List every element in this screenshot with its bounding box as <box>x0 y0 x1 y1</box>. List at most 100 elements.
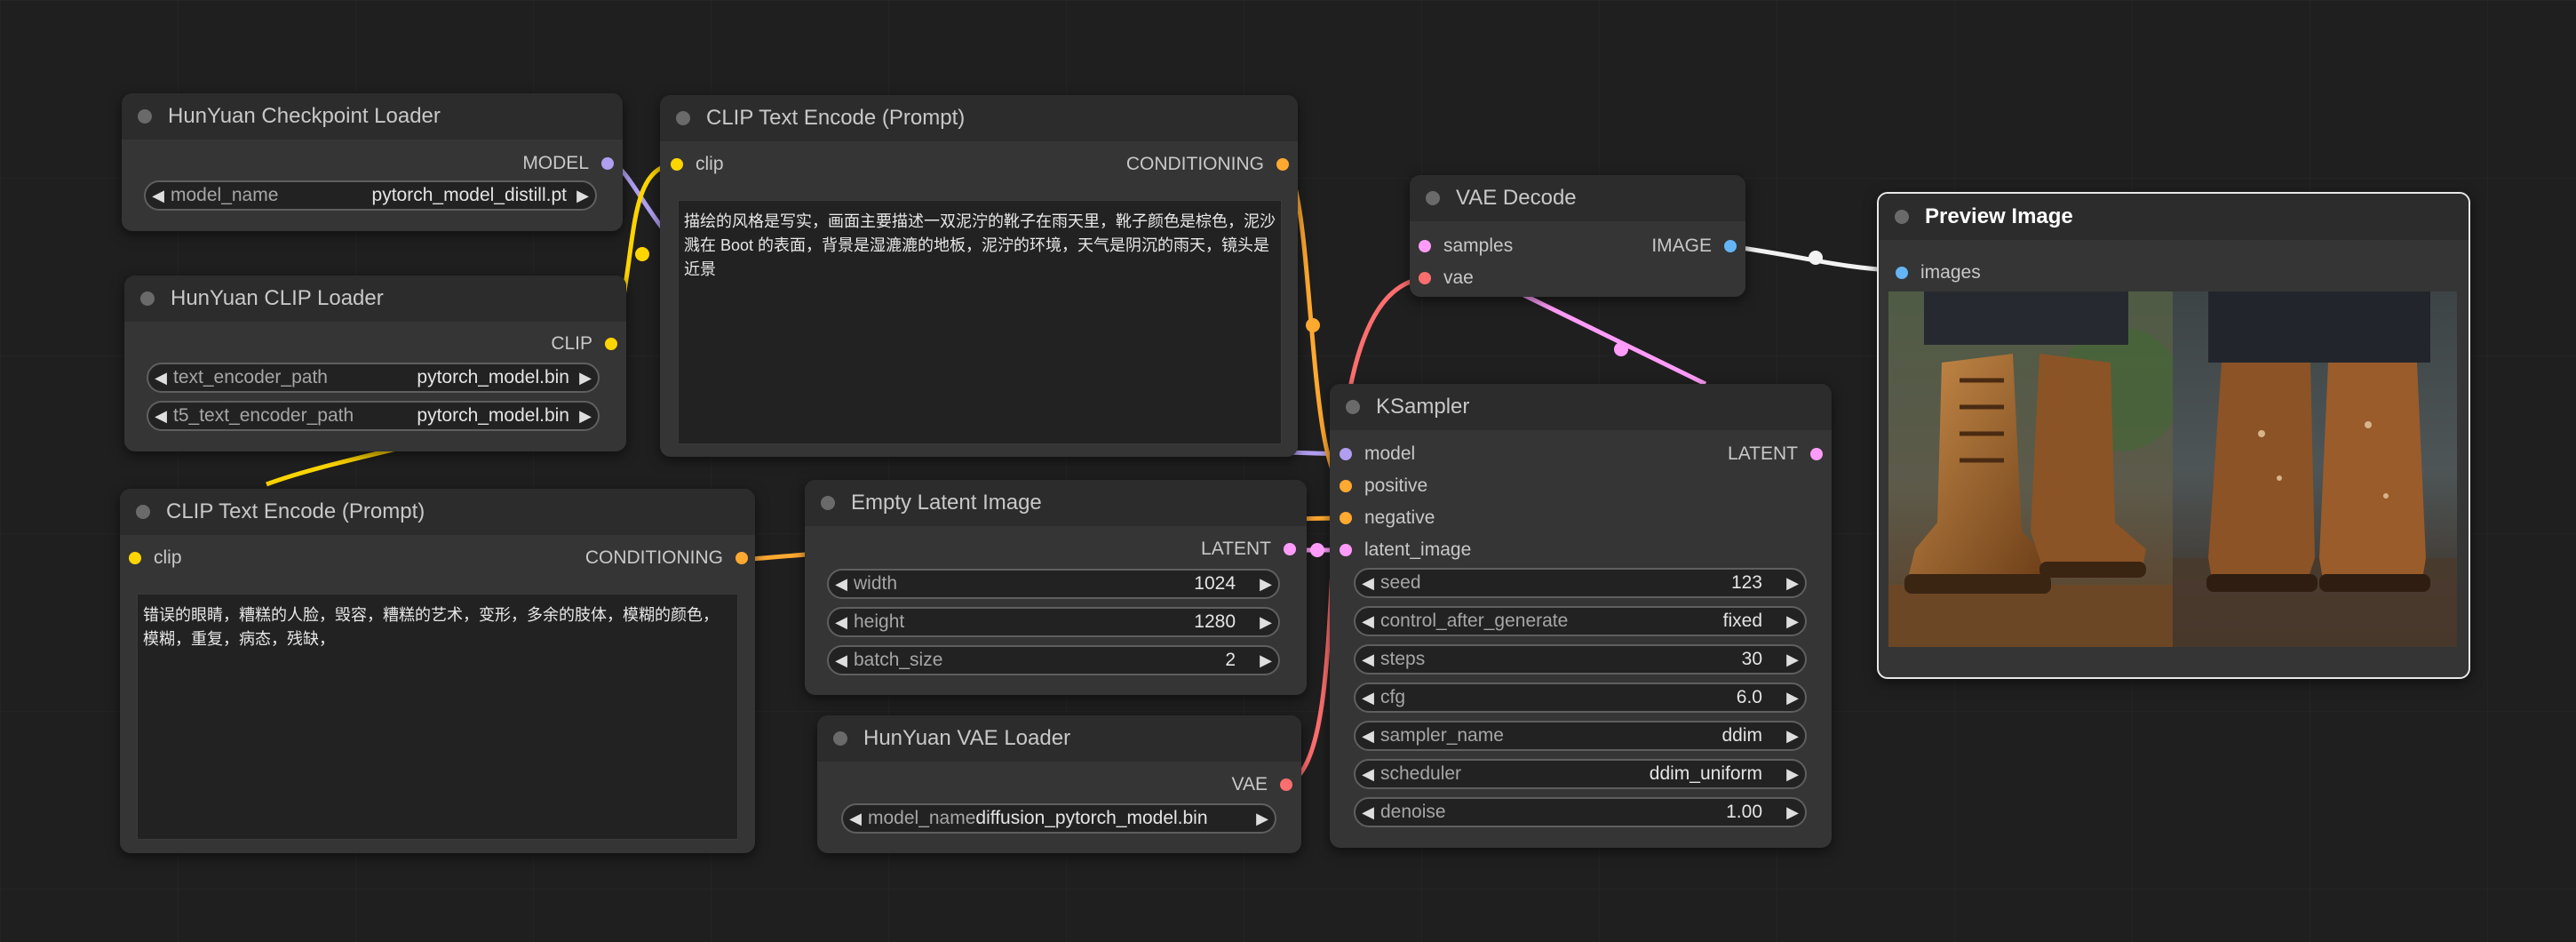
increment-arrow-icon[interactable]: ▶ <box>1253 575 1278 594</box>
collapse-dot-icon[interactable] <box>821 496 835 510</box>
conditioning-output-pin-icon[interactable] <box>1276 158 1289 171</box>
width-number[interactable]: ◀ width 1024 ▶ <box>827 569 1280 599</box>
wire-midpoint-conditioning[interactable] <box>1306 318 1320 332</box>
node-header[interactable]: Empty Latent Image <box>805 480 1307 526</box>
input-clip[interactable]: clip <box>129 544 182 572</box>
increment-arrow-icon[interactable]: ▶ <box>1780 727 1805 746</box>
vae-loader-node[interactable]: HunYuan VAE Loader VAE ◀ model_name diff… <box>817 715 1301 853</box>
wire-midpoint-latent[interactable] <box>1310 543 1324 557</box>
conditioning-output-pin-icon[interactable] <box>735 552 748 564</box>
decrement-arrow-icon[interactable]: ◀ <box>829 613 854 632</box>
decrement-arrow-icon[interactable]: ◀ <box>1356 765 1380 784</box>
output-latent[interactable]: LATENT <box>1201 535 1296 563</box>
node-header[interactable]: HunYuan CLIP Loader <box>124 275 626 322</box>
increment-arrow-icon[interactable]: ▶ <box>1253 613 1278 632</box>
increment-arrow-icon[interactable]: ▶ <box>1780 689 1805 707</box>
prompt-textarea[interactable]: 错误的眼睛，糟糕的人脸，毁容，糟糕的艺术，变形，多余的肢体，模糊的颜色，模糊，重… <box>137 594 738 840</box>
clip-loader-node[interactable]: HunYuan CLIP Loader CLIP ◀ text_encoder_… <box>124 275 626 451</box>
ksampler-node[interactable]: KSampler model positive negative latent_… <box>1330 384 1832 848</box>
decrement-arrow-icon[interactable]: ◀ <box>829 575 854 594</box>
vae-decode-node[interactable]: VAE Decode samples vae IMAGE <box>1410 175 1745 297</box>
node-header[interactable]: KSampler <box>1330 384 1832 430</box>
vae-output-pin-icon[interactable] <box>1280 778 1292 791</box>
collapse-dot-icon[interactable] <box>676 111 690 125</box>
clip-text-encode-positive-node[interactable]: CLIP Text Encode (Prompt) clip CONDITION… <box>660 95 1298 457</box>
vae-model-name-combo[interactable]: ◀ model_name diffusion_pytorch_model.bin… <box>841 803 1276 834</box>
increment-arrow-icon[interactable]: ▶ <box>1780 651 1805 669</box>
image-output-pin-icon[interactable] <box>1724 240 1737 252</box>
decrement-arrow-icon[interactable]: ◀ <box>1356 803 1380 822</box>
decrement-arrow-icon[interactable]: ◀ <box>1356 612 1380 631</box>
text-encoder-path-combo[interactable]: ◀ text_encoder_path pytorch_model.bin ▶ <box>147 363 600 393</box>
t5-text-encoder-path-combo[interactable]: ◀ t5_text_encoder_path pytorch_model.bin… <box>147 401 600 431</box>
clip-text-encode-negative-node[interactable]: CLIP Text Encode (Prompt) clip CONDITION… <box>120 489 755 853</box>
checkpoint-loader-node[interactable]: HunYuan Checkpoint Loader MODEL ◀ model_… <box>122 93 623 231</box>
output-clip[interactable]: CLIP <box>551 330 617 358</box>
images-input-pin-icon[interactable] <box>1896 267 1908 279</box>
node-header[interactable]: HunYuan VAE Loader <box>817 715 1301 762</box>
node-header[interactable]: CLIP Text Encode (Prompt) <box>660 95 1298 141</box>
input-clip[interactable]: clip <box>671 150 724 179</box>
vae-input-pin-icon[interactable] <box>1419 272 1431 284</box>
wire-midpoint-clip[interactable] <box>635 247 649 261</box>
control-after-generate-combo[interactable]: ◀ control_after_generate fixed ▶ <box>1354 606 1807 636</box>
collapse-dot-icon[interactable] <box>1426 191 1440 205</box>
output-image[interactable]: IMAGE <box>1651 232 1737 260</box>
scheduler-combo[interactable]: ◀ scheduler ddim_uniform ▶ <box>1354 759 1807 789</box>
decrement-arrow-icon[interactable]: ◀ <box>146 187 171 205</box>
preview-image-1[interactable] <box>1888 291 2173 647</box>
denoise-number[interactable]: ◀ denoise 1.00 ▶ <box>1354 797 1807 827</box>
input-images[interactable]: images <box>1896 259 1981 287</box>
positive-input-pin-icon[interactable] <box>1340 480 1352 492</box>
latent-input-pin-icon[interactable] <box>1340 544 1352 556</box>
wire-midpoint-samples[interactable] <box>1614 342 1628 356</box>
latent-output-pin-icon[interactable] <box>1284 543 1296 555</box>
decrement-arrow-icon[interactable]: ◀ <box>148 369 173 387</box>
decrement-arrow-icon[interactable]: ◀ <box>1356 689 1380 707</box>
decrement-arrow-icon[interactable]: ◀ <box>148 407 173 426</box>
node-header[interactable]: HunYuan Checkpoint Loader <box>122 93 623 140</box>
input-vae[interactable]: vae <box>1419 264 1474 292</box>
latent-output-pin-icon[interactable] <box>1810 448 1823 460</box>
model-name-combo[interactable]: ◀ model_name pytorch_model_distill.pt ▶ <box>144 180 597 211</box>
increment-arrow-icon[interactable]: ▶ <box>573 369 598 387</box>
cfg-number[interactable]: ◀ cfg 6.0 ▶ <box>1354 683 1807 713</box>
clip-input-pin-icon[interactable] <box>129 552 141 564</box>
preview-image-node[interactable]: Preview Image images <box>1877 192 2470 679</box>
input-samples[interactable]: samples <box>1419 232 1513 260</box>
increment-arrow-icon[interactable]: ▶ <box>573 407 598 426</box>
increment-arrow-icon[interactable]: ▶ <box>1253 651 1278 670</box>
output-latent[interactable]: LATENT <box>1728 440 1823 468</box>
steps-number[interactable]: ◀ steps 30 ▶ <box>1354 644 1807 675</box>
samples-input-pin-icon[interactable] <box>1419 240 1431 252</box>
sampler-name-combo[interactable]: ◀ sampler_name ddim ▶ <box>1354 721 1807 751</box>
preview-image-2[interactable] <box>2173 291 2457 647</box>
output-model[interactable]: MODEL <box>522 149 614 178</box>
collapse-dot-icon[interactable] <box>138 109 152 124</box>
collapse-dot-icon[interactable] <box>1346 400 1360 414</box>
input-positive[interactable]: positive <box>1340 472 1427 500</box>
increment-arrow-icon[interactable]: ▶ <box>1780 612 1805 631</box>
collapse-dot-icon[interactable] <box>136 505 150 519</box>
decrement-arrow-icon[interactable]: ◀ <box>1356 727 1380 746</box>
output-vae[interactable]: VAE <box>1232 770 1292 799</box>
height-number[interactable]: ◀ height 1280 ▶ <box>827 607 1280 637</box>
seed-number[interactable]: ◀ seed 123 ▶ <box>1354 568 1807 598</box>
empty-latent-image-node[interactable]: Empty Latent Image LATENT ◀ width 1024 ▶… <box>805 480 1307 695</box>
increment-arrow-icon[interactable]: ▶ <box>1780 765 1805 784</box>
decrement-arrow-icon[interactable]: ◀ <box>1356 574 1380 593</box>
negative-input-pin-icon[interactable] <box>1340 512 1352 524</box>
collapse-dot-icon[interactable] <box>1895 210 1909 224</box>
decrement-arrow-icon[interactable]: ◀ <box>843 810 868 828</box>
decrement-arrow-icon[interactable]: ◀ <box>1356 651 1380 669</box>
input-negative[interactable]: negative <box>1340 504 1435 532</box>
node-header[interactable]: CLIP Text Encode (Prompt) <box>120 489 755 535</box>
output-conditioning[interactable]: CONDITIONING <box>1126 150 1289 179</box>
node-header[interactable]: VAE Decode <box>1410 175 1745 221</box>
increment-arrow-icon[interactable]: ▶ <box>570 187 595 205</box>
model-output-pin-icon[interactable] <box>601 157 614 170</box>
clip-input-pin-icon[interactable] <box>671 158 683 171</box>
output-conditioning[interactable]: CONDITIONING <box>585 544 748 572</box>
batch-size-number[interactable]: ◀ batch_size 2 ▶ <box>827 645 1280 675</box>
decrement-arrow-icon[interactable]: ◀ <box>829 651 854 670</box>
